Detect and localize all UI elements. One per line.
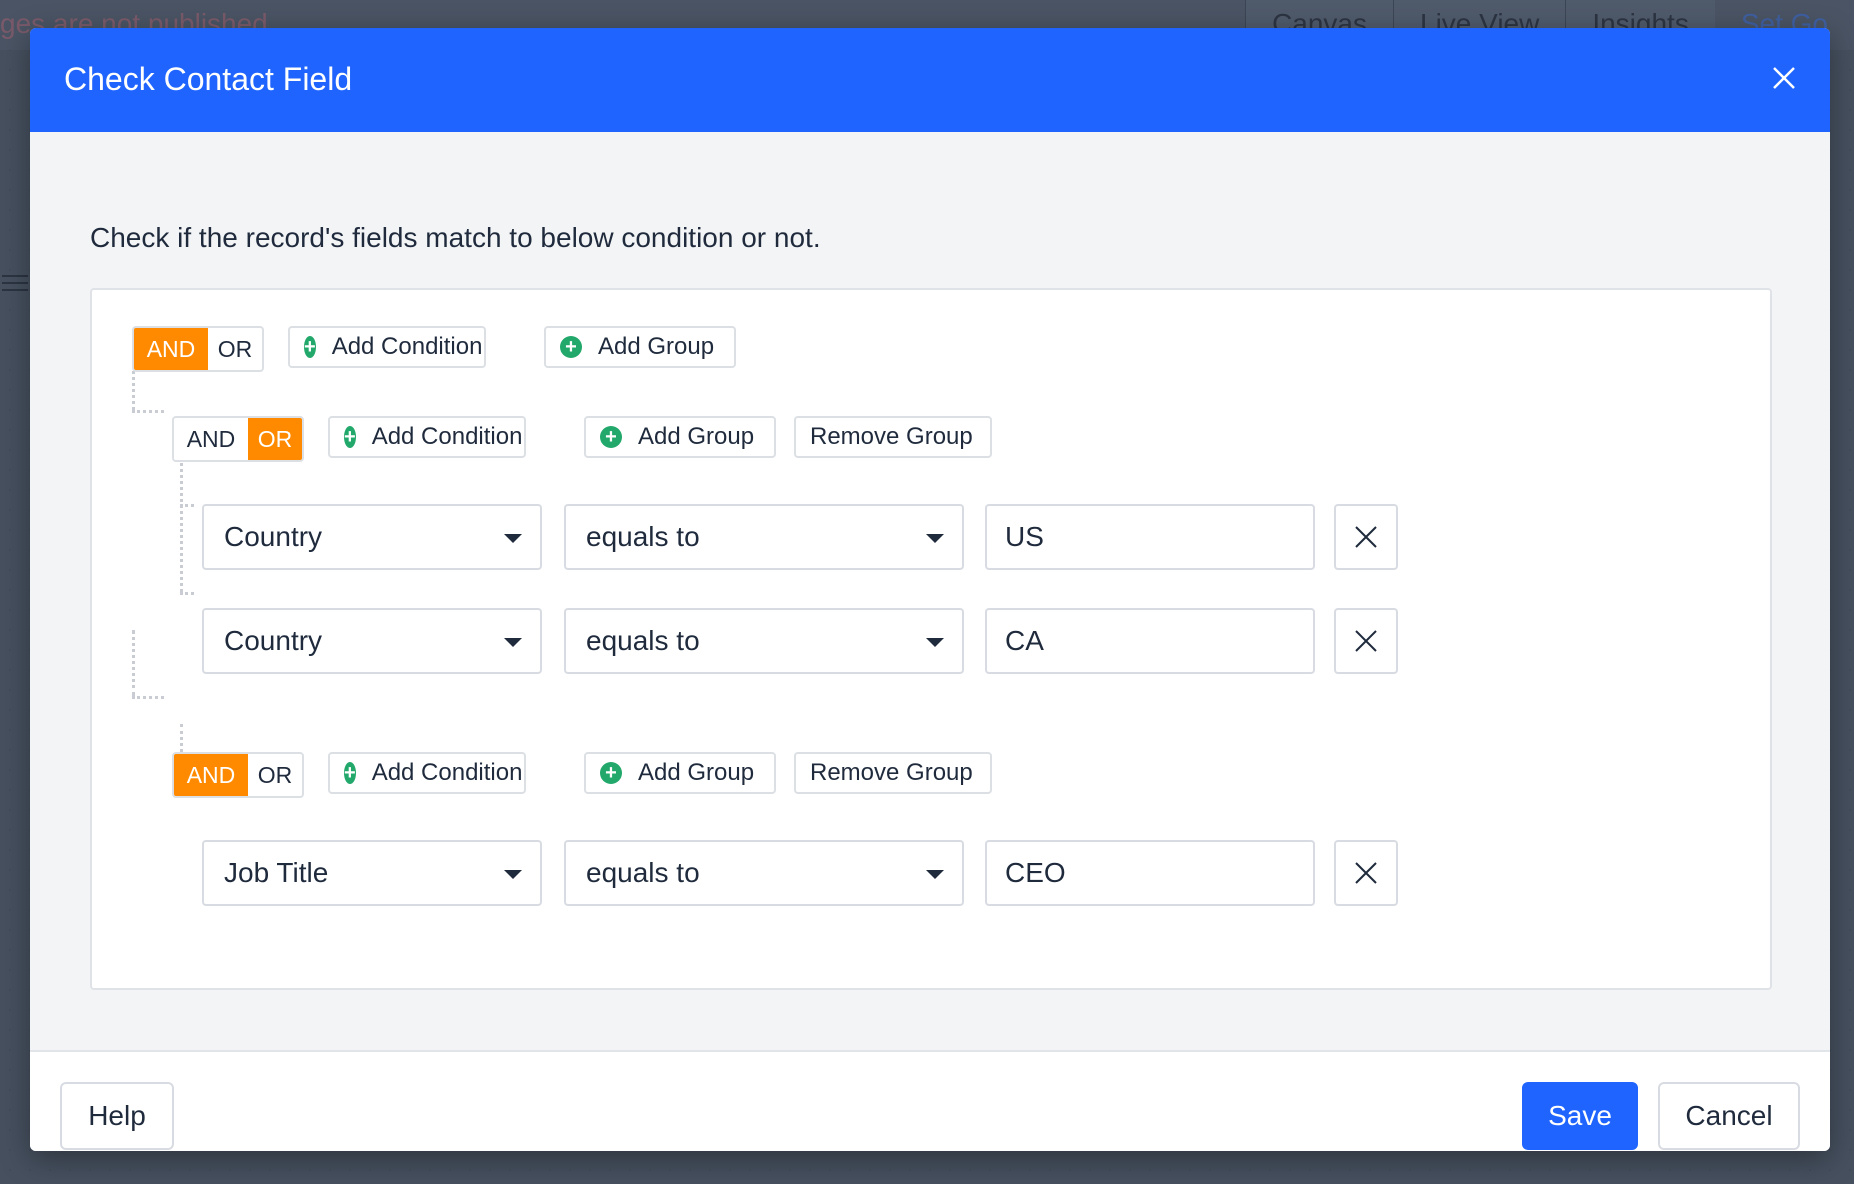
condition-operator-select[interactable]: equals to (564, 504, 964, 570)
condition-field-value: Country (224, 521, 323, 552)
condition-value-text: CA (1005, 625, 1044, 656)
condition-value-input[interactable]: CEO (985, 840, 1315, 906)
remove-condition-button[interactable] (1334, 608, 1398, 674)
group-1-add-condition-button[interactable]: + Add Condition (328, 416, 526, 458)
add-group-label: Add Group (638, 423, 755, 450)
x-icon (1355, 526, 1377, 548)
root-add-condition-button[interactable]: + Add Condition (288, 326, 486, 368)
dialog-description: Check if the record's fields match to be… (90, 222, 821, 253)
condition-value-text: US (1005, 521, 1044, 552)
cancel-button[interactable]: Cancel (1658, 1082, 1800, 1150)
condition-operator-value: equals to (586, 521, 700, 552)
group-2-and-option[interactable]: AND (174, 754, 248, 796)
caret-down-icon (926, 534, 944, 543)
condition-field-select[interactable]: Country (202, 504, 542, 570)
add-group-label: Add Group (598, 333, 715, 360)
add-condition-label: Add Condition (371, 423, 523, 450)
tree-connector (132, 410, 164, 413)
remove-condition-button[interactable] (1334, 504, 1398, 570)
group-2-and-or-toggle: AND OR (172, 752, 304, 798)
plus-circle-icon: + (344, 762, 356, 784)
condition-operator-value: equals to (586, 857, 700, 888)
condition-value-input[interactable]: US (985, 504, 1315, 570)
plus-circle-icon: + (600, 762, 622, 784)
condition-value-text: CEO (1005, 857, 1066, 888)
dialog-title: Check Contact Field (64, 61, 353, 97)
group-2-or-option[interactable]: OR (248, 754, 302, 796)
tree-connector (180, 592, 194, 595)
condition-field-select[interactable]: Job Title (202, 840, 542, 906)
condition-builder: AND OR + Add Condition + Add Group AND O… (90, 288, 1772, 990)
condition-field-value: Job Title (224, 857, 329, 888)
group-1-and-option[interactable]: AND (174, 418, 248, 460)
dialog-body: Check if the record's fields match to be… (30, 132, 1830, 1050)
x-icon (1355, 862, 1377, 884)
root-and-or-toggle: AND OR (132, 326, 264, 372)
condition-operator-select[interactable]: equals to (564, 840, 964, 906)
remove-condition-button[interactable] (1334, 840, 1398, 906)
add-condition-label: Add Condition (371, 759, 523, 786)
dialog-header: Check Contact Field (30, 28, 1830, 132)
caret-down-icon (504, 638, 522, 647)
remove-group-label: Remove Group (810, 423, 973, 450)
add-condition-label: Add Condition (331, 333, 483, 360)
caret-down-icon (504, 534, 522, 543)
condition-field-value: Country (224, 625, 323, 656)
group-1-or-option[interactable]: OR (248, 418, 302, 460)
plus-circle-icon: + (560, 336, 582, 358)
save-button[interactable]: Save (1522, 1082, 1638, 1150)
tree-connector (132, 696, 164, 699)
dialog-footer: Help Save Cancel (30, 1050, 1830, 1151)
caret-down-icon (504, 870, 522, 879)
group-2-add-group-button[interactable]: + Add Group (584, 752, 776, 794)
menu-icon (2, 270, 28, 296)
caret-down-icon (926, 870, 944, 879)
group-2-add-condition-button[interactable]: + Add Condition (328, 752, 526, 794)
caret-down-icon (926, 638, 944, 647)
plus-circle-icon: + (344, 426, 356, 448)
check-contact-field-dialog: Check Contact Field Check if the record'… (30, 28, 1830, 1151)
condition-field-select[interactable]: Country (202, 608, 542, 674)
remove-group-label: Remove Group (810, 759, 973, 786)
condition-value-input[interactable]: CA (985, 608, 1315, 674)
root-or-option[interactable]: OR (208, 328, 262, 370)
close-icon[interactable] (1768, 62, 1800, 94)
plus-circle-icon: + (600, 426, 622, 448)
condition-operator-value: equals to (586, 625, 700, 656)
root-and-option[interactable]: AND (134, 328, 208, 370)
group-1-remove-group-button[interactable]: Remove Group (794, 416, 992, 458)
group-1-and-or-toggle: AND OR (172, 416, 304, 462)
condition-operator-select[interactable]: equals to (564, 608, 964, 674)
add-group-label: Add Group (638, 759, 755, 786)
x-icon (1355, 630, 1377, 652)
plus-circle-icon: + (304, 336, 316, 358)
tree-connector (132, 630, 135, 696)
group-1-add-group-button[interactable]: + Add Group (584, 416, 776, 458)
help-button[interactable]: Help (60, 1082, 174, 1150)
tree-connector (180, 504, 194, 507)
root-add-group-button[interactable]: + Add Group (544, 326, 736, 368)
group-2-remove-group-button[interactable]: Remove Group (794, 752, 992, 794)
